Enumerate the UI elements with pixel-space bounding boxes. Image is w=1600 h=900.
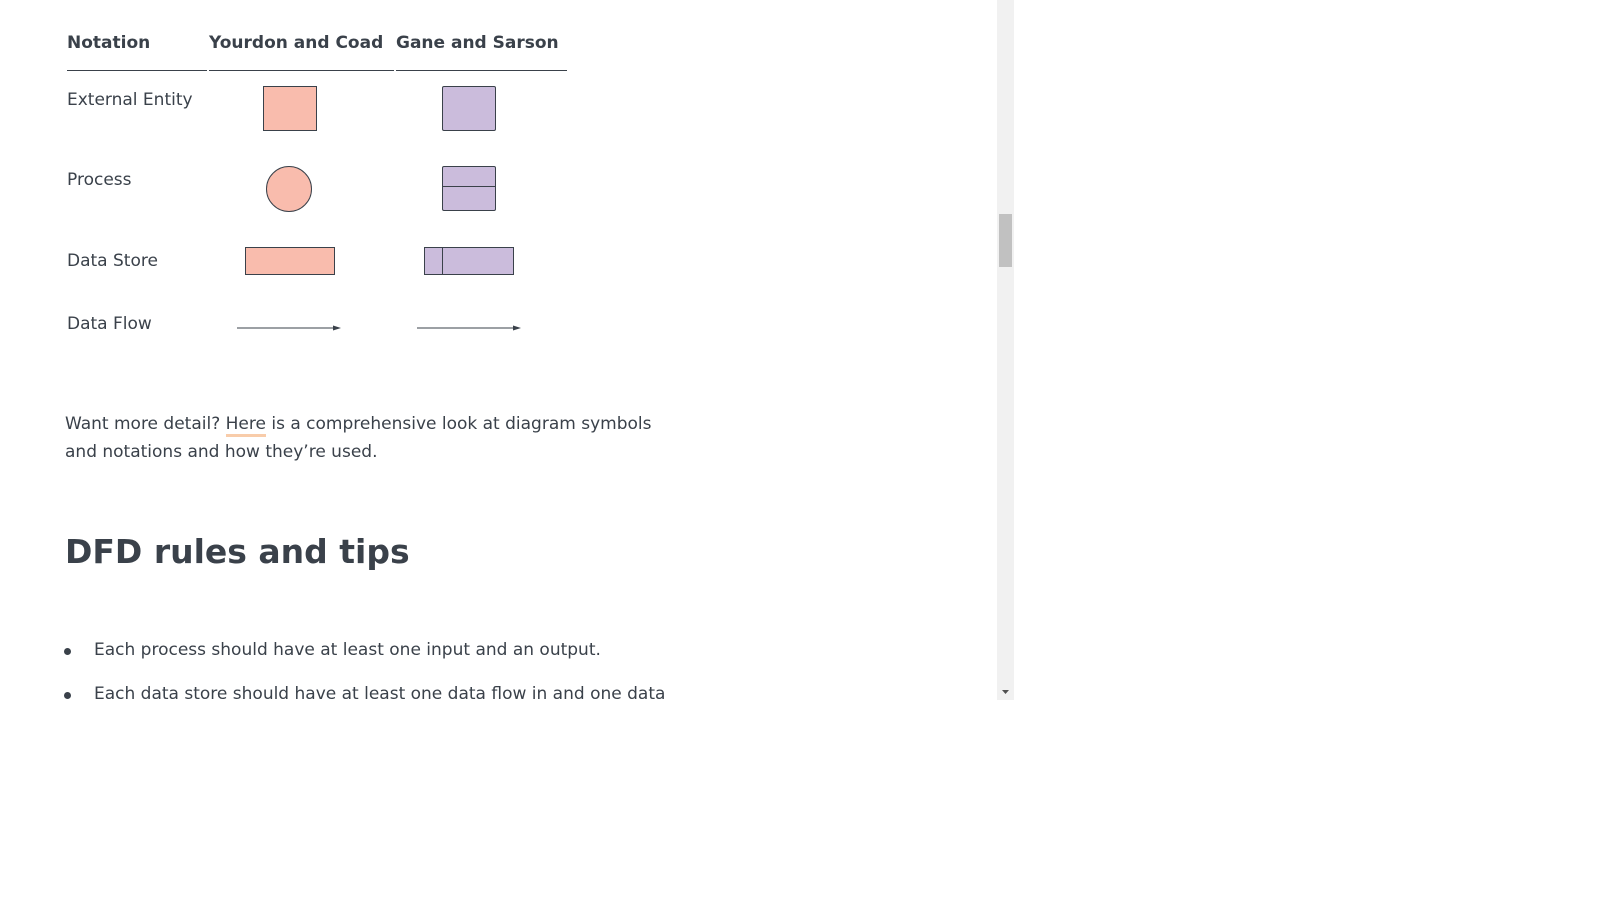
here-link[interactable]: Here bbox=[225, 414, 266, 437]
yourdon-data-store-symbol bbox=[245, 247, 335, 275]
gane-process-symbol bbox=[442, 166, 496, 211]
rules-list: Each process should have at least one in… bbox=[62, 636, 702, 700]
process-divider bbox=[443, 186, 495, 187]
header-yourdon-coad: Yourdon and Coad bbox=[209, 33, 384, 53]
paragraph-text: Want more detail? bbox=[65, 414, 226, 434]
row-label-data-store: Data Store bbox=[67, 251, 158, 271]
scroll-down-arrow-icon[interactable] bbox=[997, 683, 1014, 700]
yourdon-data-flow-arrow bbox=[237, 325, 341, 331]
row-label-external-entity: External Entity bbox=[67, 90, 193, 110]
header-underline bbox=[209, 70, 394, 71]
section-heading: DFD rules and tips bbox=[65, 532, 410, 571]
row-label-data-flow: Data Flow bbox=[67, 314, 152, 334]
article-content: Notation Yourdon and Coad Gane and Sarso… bbox=[0, 0, 1000, 700]
detail-paragraph: Want more detail? Here is a comprehensiv… bbox=[65, 410, 665, 466]
vertical-scrollbar[interactable] bbox=[997, 0, 1014, 700]
data-store-divider bbox=[442, 248, 443, 274]
gane-external-entity-symbol bbox=[442, 86, 496, 131]
yourdon-external-entity-symbol bbox=[263, 86, 317, 131]
header-gane-sarson: Gane and Sarson bbox=[396, 33, 559, 53]
list-item: Each process should have at least one in… bbox=[62, 636, 702, 664]
header-notation: Notation bbox=[67, 33, 151, 53]
row-label-process: Process bbox=[67, 170, 132, 190]
header-underline bbox=[67, 70, 207, 71]
gane-data-store-symbol bbox=[424, 247, 514, 275]
list-item: Each data store should have at least one… bbox=[62, 680, 702, 700]
browser-viewport: Notation Yourdon and Coad Gane and Sarso… bbox=[0, 0, 1016, 700]
gane-data-flow-arrow bbox=[417, 325, 521, 331]
header-underline bbox=[396, 70, 567, 71]
scrollbar-thumb[interactable] bbox=[999, 214, 1012, 267]
yourdon-process-symbol bbox=[266, 166, 312, 212]
